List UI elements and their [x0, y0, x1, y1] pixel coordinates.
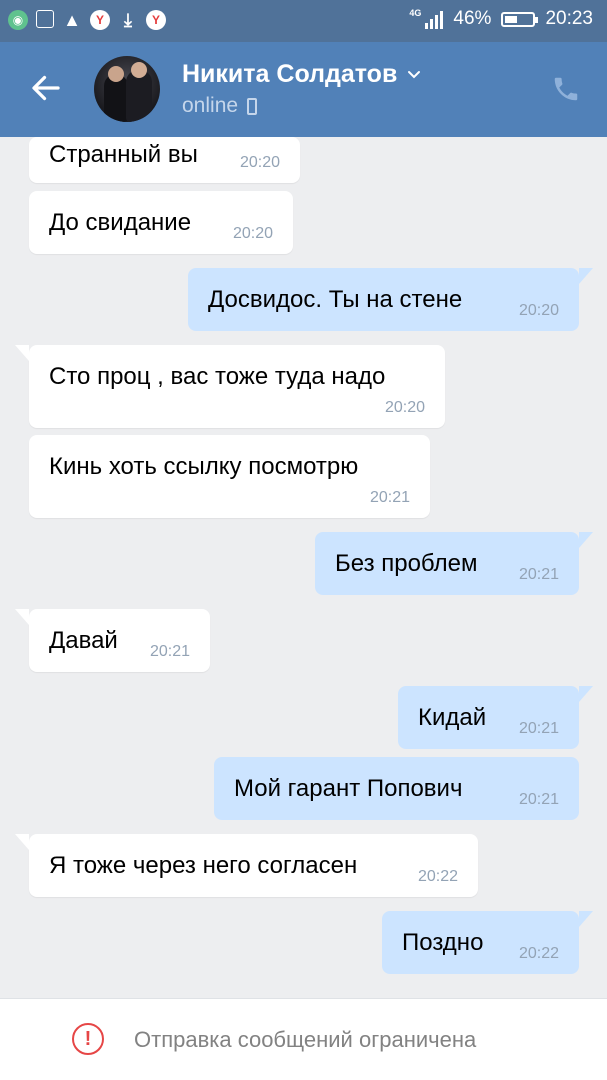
- message-time: 20:21: [518, 791, 559, 808]
- message-time: 20:21: [518, 720, 559, 737]
- message-text: Давай: [49, 627, 118, 654]
- message-incoming[interactable]: Кинь хоть ссылку посмотрю 20:21: [29, 435, 430, 518]
- restricted-notice: Отправка сообщений ограничена: [134, 1027, 477, 1052]
- clock: 20:23: [545, 8, 593, 29]
- contact-name: Никита Солдатов: [182, 60, 398, 88]
- download-icon: ⤓: [124, 9, 132, 30]
- message-time: 20:21: [369, 489, 410, 506]
- message-incoming[interactable]: Сто проц , вас тоже туда надо 20:20: [15, 345, 445, 428]
- contact-name-button[interactable]: Никита Солдатов: [182, 60, 421, 89]
- message-incoming[interactable]: Я тоже через него согласен 20:22: [15, 834, 478, 897]
- exclamation-circle-icon: !: [72, 1023, 104, 1055]
- yandex-icon: Y: [146, 10, 166, 30]
- message-text: Досвидос. Ты на стене: [208, 286, 463, 313]
- message-outgoing[interactable]: Поздно 20:22: [382, 911, 593, 974]
- message-incoming[interactable]: Давай 20:21: [15, 609, 210, 672]
- tracker-icon: ◉: [8, 10, 28, 30]
- message-time: 20:20: [239, 154, 280, 171]
- message-time: 20:20: [232, 225, 273, 242]
- network-type: 4G: [409, 8, 422, 18]
- phone-call-icon[interactable]: [551, 74, 581, 104]
- status-bar: ◉ ▲ Y ⤓ Y 4G 46% 20:23: [0, 0, 607, 42]
- message-time: 20:20: [518, 302, 559, 319]
- message-text: Сто проц , вас тоже туда надо: [49, 363, 386, 390]
- message-time: 20:22: [417, 868, 458, 885]
- back-arrow-icon[interactable]: [28, 70, 64, 106]
- message-text: Странный вы: [49, 141, 198, 168]
- message-outgoing[interactable]: Без проблем 20:21: [315, 532, 593, 595]
- warning-icon: ▲: [63, 9, 81, 30]
- message-time: 20:21: [149, 643, 190, 660]
- chevron-down-icon: [408, 70, 421, 78]
- message-incoming[interactable]: Странный вы 20:20: [29, 137, 300, 183]
- message-text: Мой гарант Попович: [234, 775, 463, 802]
- message-time: 20:21: [518, 566, 559, 583]
- presence-status: online: [182, 94, 258, 118]
- mobile-phone-icon: [247, 97, 258, 115]
- signal-icon: [425, 9, 444, 29]
- battery-icon: [501, 11, 539, 27]
- message-outgoing[interactable]: Мой гарант Попович 20:21: [214, 757, 579, 820]
- message-incoming[interactable]: До свидание 20:20: [29, 191, 293, 254]
- message-text: Кидай: [418, 704, 487, 731]
- message-time: 20:20: [384, 399, 425, 416]
- message-text: До свидание: [49, 209, 192, 236]
- presence-text: online: [182, 94, 239, 117]
- yandex-icon: Y: [90, 10, 110, 30]
- message-text: Поздно: [402, 929, 484, 956]
- message-time: 20:22: [518, 945, 559, 962]
- battery-percent: 46%: [453, 8, 492, 29]
- avatar[interactable]: [94, 56, 160, 122]
- message-text: Я тоже через него согласен: [49, 852, 358, 879]
- screenshot-icon: [36, 10, 54, 28]
- message-outgoing[interactable]: Кидай 20:21: [398, 686, 593, 749]
- messaging-restricted-bar: ! Отправка сообщений ограничена: [0, 998, 607, 1080]
- notification-icons: ◉ ▲ Y ⤓ Y: [8, 10, 166, 30]
- message-text: Кинь хоть ссылку посмотрю: [49, 453, 359, 480]
- chat-header: Никита Солдатов online: [0, 42, 607, 137]
- message-outgoing[interactable]: Досвидос. Ты на стене 20:20: [188, 268, 593, 331]
- message-text: Без проблем: [335, 550, 478, 577]
